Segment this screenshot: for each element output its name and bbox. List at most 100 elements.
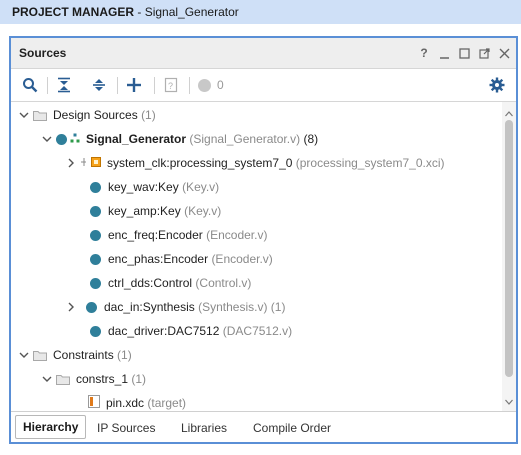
tree-node-pin-xdc[interactable]: pin.xdc (target)	[88, 393, 186, 412]
module-name: Control	[153, 276, 193, 290]
expand-all-icon[interactable]	[90, 75, 108, 95]
window-controls: ?	[418, 46, 510, 60]
search-icon[interactable]	[21, 75, 39, 95]
hierarchy-top-icon	[70, 132, 80, 146]
folder-icon	[33, 110, 47, 121]
vertical-scrollbar[interactable]	[502, 102, 516, 412]
constraints-count: (1)	[117, 348, 132, 362]
tree-node-top-module[interactable]: Signal_Generator (Signal_Generator.v) (8…	[42, 129, 318, 149]
module-name: Encoder	[163, 252, 209, 266]
module-name: Synthesis	[142, 300, 195, 314]
inst-name: enc_phas	[108, 252, 161, 266]
module-icon	[56, 133, 67, 145]
minimize-button[interactable]	[438, 46, 450, 60]
module-file: (Encoder.v)	[206, 228, 268, 242]
top-module-name: Signal_Generator	[86, 132, 187, 146]
child-count: (1)	[270, 300, 286, 314]
chevron-down-icon[interactable]	[19, 110, 29, 120]
tree-node-enc-phas[interactable]: enc_phas : Encoder (Encoder.v)	[90, 249, 273, 269]
tree-node-dac-in[interactable]: dac_in : Synthesis (Synthesis.v) (1)	[66, 297, 285, 317]
folder-icon	[56, 374, 70, 385]
project-name: Signal_Generator	[144, 5, 239, 19]
module-icon	[90, 325, 101, 337]
maximize-button[interactable]	[458, 46, 470, 60]
tab-hierarchy[interactable]: Hierarchy	[15, 415, 87, 439]
top-module-count: (8)	[303, 132, 319, 146]
folder-icon	[33, 350, 47, 361]
module-icon	[90, 253, 101, 265]
tab-compile-order[interactable]: Compile Order	[253, 419, 331, 437]
tree-node-enc-freq[interactable]: enc_freq : Encoder (Encoder.v)	[90, 225, 267, 245]
module-name: Key	[158, 180, 179, 194]
status-indicator: 0	[198, 75, 234, 95]
module-icon	[86, 301, 97, 313]
sources-view-tabs: Hierarchy IP Sources Libraries Compile O…	[11, 411, 516, 442]
float-button[interactable]	[478, 46, 490, 60]
constraint-file-icon	[88, 395, 100, 411]
inst-name: ctrl_dds	[108, 276, 151, 290]
module-icon	[90, 181, 101, 193]
module-file: (Key.v)	[182, 180, 220, 194]
design-sources-label: Design Sources	[53, 108, 138, 122]
inst-name: system_clk	[107, 156, 167, 170]
tree-node-ctrl-dds[interactable]: ctrl_dds : Control (Control.v)	[90, 273, 251, 293]
project-manager-header: PROJECT MANAGER - Signal_Generator	[0, 0, 521, 24]
xdc-name: pin.xdc	[106, 396, 145, 410]
module-file: (Synthesis.v)	[198, 300, 268, 314]
constrs-count: (1)	[131, 372, 147, 386]
chevron-right-icon[interactable]	[66, 158, 76, 168]
chevron-right-icon[interactable]	[66, 302, 76, 312]
module-icon	[90, 277, 101, 289]
module-file: (processing_system7_0.xci)	[295, 156, 445, 170]
tree-node-system-clk[interactable]: system_clk : processing_system7_0 (proce…	[66, 153, 445, 173]
scroll-down-arrow-icon[interactable]	[505, 394, 513, 408]
chevron-down-icon[interactable]	[42, 134, 52, 144]
constraints-label: Constraints	[53, 348, 114, 362]
sources-toolbar: ? 0	[11, 69, 516, 102]
gear-icon[interactable]	[488, 75, 506, 95]
top-module-file: (Signal_Generator.v)	[189, 132, 301, 146]
chevron-down-icon[interactable]	[42, 374, 52, 384]
add-icon[interactable]	[125, 75, 143, 95]
tree-node-dac-driver[interactable]: dac_driver : DAC7512 (DAC7512.v)	[90, 321, 292, 341]
tab-libraries[interactable]: Libraries	[181, 419, 227, 437]
sources-panel: Sources ? ? 0 Design Sources (1) Signal_…	[9, 36, 518, 444]
sources-tree: Design Sources (1) Signal_Generator (Sig…	[11, 102, 502, 412]
tab-ip-sources[interactable]: IP Sources	[97, 419, 155, 437]
tree-node-design-sources[interactable]: Design Sources (1)	[19, 105, 156, 125]
inst-name: dac_driver	[108, 324, 165, 338]
svg-text:?: ?	[168, 81, 173, 91]
module-file: (Key.v)	[184, 204, 222, 218]
inst-name: dac_in	[104, 300, 140, 314]
design-sources-count: (1)	[141, 108, 156, 122]
collapse-all-icon[interactable]	[55, 75, 73, 95]
xdc-tag: (target)	[147, 396, 187, 410]
inst-name: key_wav	[108, 180, 155, 194]
module-icon	[90, 229, 101, 241]
scroll-up-arrow-icon[interactable]	[505, 106, 513, 120]
header-separator: -	[134, 5, 145, 19]
module-file: (Control.v)	[195, 276, 252, 290]
section-title: PROJECT MANAGER	[12, 5, 135, 19]
inst-name: enc_freq	[108, 228, 155, 242]
close-button[interactable]	[498, 46, 510, 60]
module-name: Key	[160, 204, 181, 218]
module-file: (Encoder.v)	[211, 252, 273, 266]
tree-node-key-wav[interactable]: key_wav : Key (Key.v)	[90, 177, 219, 197]
chevron-down-icon[interactable]	[19, 350, 29, 360]
panel-title: Sources	[19, 46, 67, 60]
status-count: 0	[217, 78, 224, 92]
scroll-thumb[interactable]	[505, 120, 513, 377]
module-name: DAC7512	[167, 324, 220, 338]
status-circle-icon	[198, 78, 211, 92]
module-name: processing_system7_0	[169, 156, 293, 170]
tree-node-key-amp[interactable]: key_amp : Key (Key.v)	[90, 201, 221, 221]
inst-name: key_amp	[108, 204, 157, 218]
module-icon	[90, 205, 101, 217]
module-file: (DAC7512.v)	[222, 324, 293, 338]
tree-node-constrs-1[interactable]: constrs_1 (1)	[42, 369, 146, 389]
properties-icon[interactable]: ?	[162, 75, 180, 95]
tree-node-constraints[interactable]: Constraints (1)	[19, 345, 132, 365]
help-button[interactable]: ?	[418, 46, 430, 60]
module-name: Encoder	[158, 228, 203, 242]
